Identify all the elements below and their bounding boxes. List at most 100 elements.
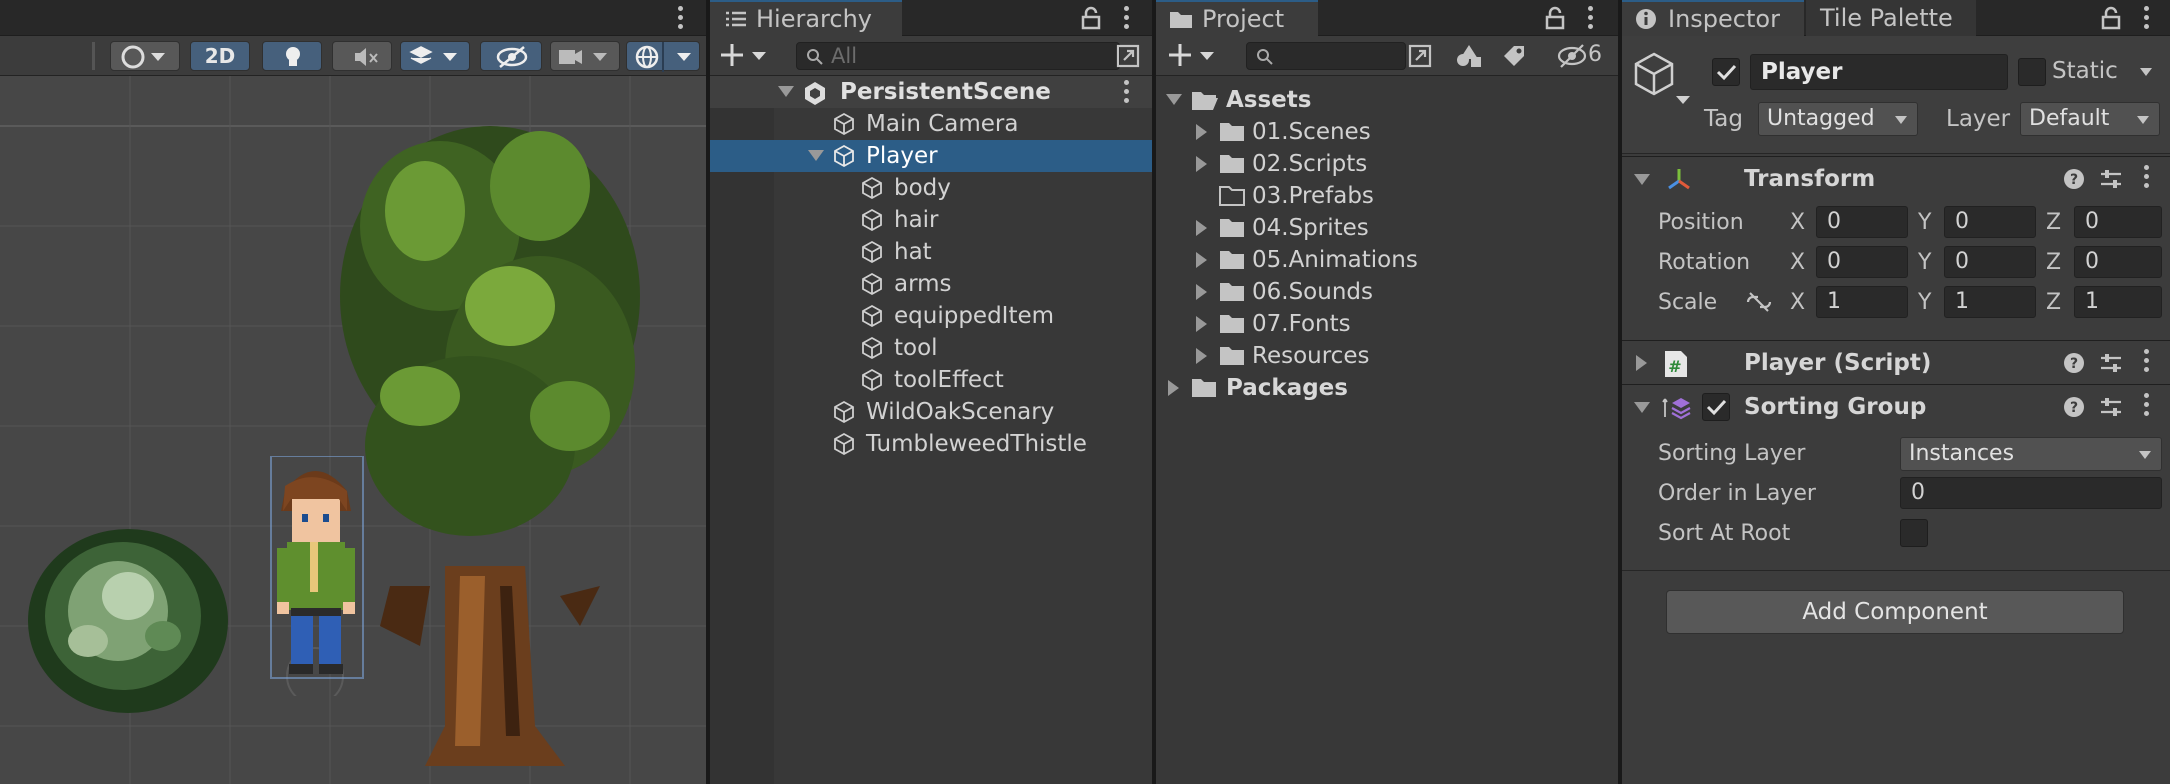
project-item-scripts[interactable]: 02.Scripts: [1156, 148, 1618, 180]
foldout-arrow-icon[interactable]: [1634, 402, 1650, 413]
rotation-z-input[interactable]: 0: [2074, 246, 2162, 278]
hierarchy-more-icon[interactable]: [1124, 6, 1130, 33]
hierarchy-item-wild-oak[interactable]: WildOakScenary: [710, 396, 1152, 428]
rotation-y-input[interactable]: 0: [1944, 246, 2036, 278]
project-item-sounds[interactable]: 06.Sounds: [1156, 276, 1618, 308]
expand-arrow-icon[interactable]: [1196, 156, 1207, 172]
hierarchy-item-body[interactable]: body: [710, 172, 1152, 204]
expand-arrow-icon[interactable]: [1196, 316, 1207, 332]
lock-icon[interactable]: [2100, 6, 2122, 30]
lock-icon[interactable]: [1080, 6, 1102, 30]
help-icon[interactable]: ?: [2062, 351, 2086, 375]
filter-by-label-icon[interactable]: [1500, 42, 1528, 70]
static-checkbox[interactable]: [2018, 58, 2046, 86]
component-more-icon[interactable]: [2144, 393, 2150, 420]
project-item-scenes[interactable]: 01.Scenes: [1156, 116, 1618, 148]
lock-icon[interactable]: [1544, 6, 1566, 30]
scene-root-row[interactable]: PersistentScene: [710, 76, 1152, 108]
tab-project[interactable]: Project: [1156, 0, 1318, 36]
create-asset-button[interactable]: [1166, 40, 1222, 72]
hierarchy-item-tumbleweed[interactable]: TumbleweedThistle: [710, 428, 1152, 460]
tab-hierarchy[interactable]: Hierarchy: [710, 0, 902, 36]
hierarchy-item-tool[interactable]: tool: [710, 332, 1152, 364]
sorting-group-enabled-checkbox[interactable]: [1702, 393, 1730, 421]
hierarchy-item-arms[interactable]: arms: [710, 268, 1152, 300]
unlinked-scale-icon[interactable]: [1744, 290, 1774, 314]
project-item-assets[interactable]: Assets: [1156, 84, 1618, 116]
project-item-sprites[interactable]: 04.Sprites: [1156, 212, 1618, 244]
help-icon[interactable]: ?: [2062, 395, 2086, 419]
object-name-input[interactable]: Player: [1750, 54, 2008, 90]
expand-arrow-icon[interactable]: [1196, 252, 1207, 268]
project-item-prefabs[interactable]: 03.Prefabs: [1156, 180, 1618, 212]
expand-arrow-icon[interactable]: [808, 150, 824, 161]
project-item-fonts[interactable]: 07.Fonts: [1156, 308, 1618, 340]
project-item-packages[interactable]: Packages: [1156, 372, 1618, 404]
scene-more-icon[interactable]: [1124, 80, 1130, 107]
tag-dropdown[interactable]: Untagged: [1758, 102, 1918, 136]
hierarchy-item-tool-effect[interactable]: toolEffect: [710, 364, 1152, 396]
filter-by-type-icon[interactable]: [1454, 42, 1484, 70]
presets-sliders-icon[interactable]: [2098, 167, 2124, 191]
create-menu-button[interactable]: [718, 40, 774, 72]
gameobject-cube-icon[interactable]: [1632, 50, 1692, 110]
inspector-more-icon[interactable]: [2144, 6, 2150, 33]
project-more-icon[interactable]: [1588, 6, 1594, 33]
foldout-arrow-icon[interactable]: [1636, 355, 1647, 371]
effects-toggle-button[interactable]: [400, 41, 470, 71]
scene-visibility-button[interactable]: [480, 41, 542, 71]
draw-mode-button[interactable]: [110, 41, 180, 71]
search-popout-icon[interactable]: [1406, 42, 1434, 70]
hierarchy-search-input[interactable]: All: [796, 42, 1120, 70]
tab-tile-palette[interactable]: Tile Palette: [1806, 0, 1976, 36]
scene-canvas[interactable]: [0, 76, 706, 784]
expand-arrow-icon[interactable]: [1166, 94, 1182, 105]
layer-dropdown[interactable]: Default: [2020, 102, 2160, 136]
foldout-arrow-icon[interactable]: [1634, 174, 1650, 185]
project-item-resources[interactable]: Resources: [1156, 340, 1618, 372]
hierarchy-item-hat[interactable]: hat: [710, 236, 1152, 268]
position-z-input[interactable]: 0: [2074, 206, 2162, 238]
hierarchy-item-equipped-item[interactable]: equippedItem: [710, 300, 1152, 332]
gizmos-button[interactable]: [626, 41, 700, 72]
presets-sliders-icon[interactable]: [2098, 395, 2124, 419]
expand-arrow-icon[interactable]: [1196, 124, 1207, 140]
2d-toggle-button[interactable]: 2D: [190, 41, 250, 71]
expand-arrow-icon[interactable]: [778, 86, 794, 97]
help-icon[interactable]: ?: [2062, 167, 2086, 191]
component-more-icon[interactable]: [2144, 349, 2150, 376]
component-more-icon[interactable]: [2144, 165, 2150, 192]
presets-sliders-icon[interactable]: [2098, 351, 2124, 375]
sort-at-root-checkbox[interactable]: [1900, 519, 1928, 547]
expand-arrow-icon[interactable]: [1196, 284, 1207, 300]
player-script-header[interactable]: # Player (Script) ?: [1622, 340, 2170, 384]
position-x-input[interactable]: 0: [1816, 206, 1908, 238]
project-search-input[interactable]: [1246, 42, 1406, 70]
project-item-animations[interactable]: 05.Animations: [1156, 244, 1618, 276]
scale-z-input[interactable]: 1: [2074, 286, 2162, 318]
sorting-group-header[interactable]: Sorting Group ?: [1622, 384, 2170, 428]
audio-toggle-button[interactable]: [332, 41, 392, 71]
tab-inspector[interactable]: Inspector: [1622, 0, 1804, 36]
rotation-x-input[interactable]: 0: [1816, 246, 1908, 278]
lighting-toggle-button[interactable]: [262, 41, 322, 71]
static-dropdown-icon[interactable]: [2140, 68, 2152, 76]
expand-arrow-icon[interactable]: [1196, 220, 1207, 236]
transform-header[interactable]: Transform ?: [1622, 156, 2170, 200]
hierarchy-item-main-camera[interactable]: Main Camera: [710, 108, 1152, 140]
position-y-input[interactable]: 0: [1944, 206, 2036, 238]
hierarchy-item-hair[interactable]: hair: [710, 204, 1152, 236]
active-checkbox[interactable]: [1712, 58, 1740, 86]
scene-more-icon[interactable]: [678, 6, 684, 33]
hierarchy-item-player[interactable]: Player: [710, 140, 1152, 172]
scale-y-input[interactable]: 1: [1944, 286, 2036, 318]
search-popout-icon[interactable]: [1114, 42, 1142, 70]
camera-settings-button[interactable]: [550, 41, 620, 71]
sorting-layer-dropdown[interactable]: Instances: [1900, 437, 2162, 471]
hidden-packages-icon[interactable]: [1556, 42, 1588, 70]
expand-arrow-icon[interactable]: [1196, 348, 1207, 364]
scale-x-input[interactable]: 1: [1816, 286, 1908, 318]
order-in-layer-input[interactable]: 0: [1900, 477, 2162, 509]
add-component-button[interactable]: Add Component: [1666, 590, 2124, 634]
expand-arrow-icon[interactable]: [1168, 380, 1179, 396]
